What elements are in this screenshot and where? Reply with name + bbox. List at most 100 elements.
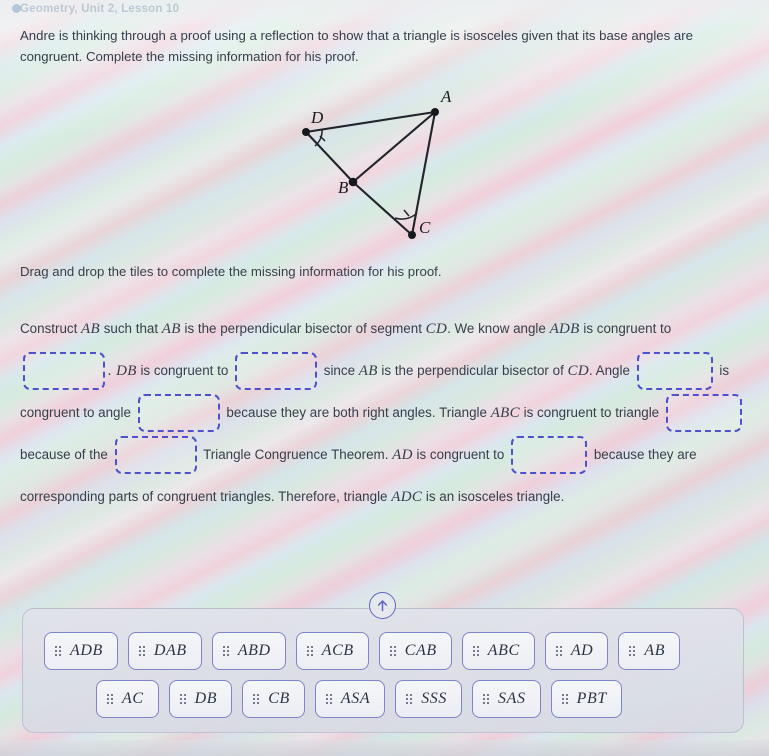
tile-ad[interactable]: AD	[544, 632, 609, 670]
tile-ac[interactable]: AC	[96, 680, 159, 718]
vertex-A	[431, 108, 439, 116]
math-ab-3: AB	[358, 363, 378, 379]
tile-asa[interactable]: ASA	[314, 680, 386, 718]
vertex-C	[408, 231, 416, 239]
proof-text: is congruent to	[583, 321, 672, 336]
tile-label: DB	[194, 690, 218, 707]
tile-label: SAS	[498, 690, 526, 707]
prompt-line-2: Complete the missing information for his…	[86, 49, 359, 64]
tile-row-1: ADB DAB ABD ACB CAB ABC AD AB	[44, 632, 690, 670]
proof-text: is congruent to triangle	[523, 405, 660, 420]
tile-adb[interactable]: ADB	[44, 632, 118, 670]
proof-text: is congruent to	[140, 363, 229, 378]
drag-handle-icon[interactable]	[555, 646, 562, 656]
vertex-B	[348, 177, 358, 187]
drag-handle-icon[interactable]	[406, 694, 413, 704]
proof-text: . Angle	[588, 363, 630, 378]
tile-label: AD	[570, 642, 594, 659]
tile-abd[interactable]: ABD	[211, 632, 286, 670]
math-cd-2: CD	[567, 363, 589, 379]
figure-labels: A D B C	[310, 87, 452, 237]
angle-marks	[314, 128, 418, 220]
label-D: D	[310, 108, 324, 127]
segment-BC	[351, 180, 414, 237]
tile-ab[interactable]: AB	[618, 632, 681, 670]
tile-sss[interactable]: SSS	[395, 680, 463, 718]
tile-label: ASA	[340, 690, 371, 707]
proof-text: because they are both right angles. Tria…	[226, 405, 487, 420]
breadcrumb: Geometry, Unit 2, Lesson 10	[20, 3, 180, 15]
instruction-text: Drag and drop the tiles to complete the …	[20, 264, 442, 279]
math-cd-1: CD	[425, 321, 448, 337]
angle-tick-C	[403, 209, 410, 217]
drag-handle-icon[interactable]	[483, 694, 490, 704]
tile-cb[interactable]: CB	[242, 680, 305, 718]
tile-dab[interactable]: DAB	[127, 632, 202, 670]
proof-text: is the perpendicular bisector of segment	[184, 321, 422, 336]
tile-label: SSS	[421, 690, 448, 707]
segment-CA	[410, 110, 437, 237]
drag-handle-icon[interactable]	[389, 646, 396, 656]
math-db: . DB	[108, 363, 137, 379]
proof-text: is an isosceles triangle.	[425, 489, 565, 504]
drag-handle-icon[interactable]	[138, 646, 145, 656]
tile-label: DAB	[153, 642, 187, 659]
geometry-figure: A D B C	[0, 80, 769, 260]
tile-acb[interactable]: ACB	[295, 632, 369, 670]
math-ab-2: AB	[161, 321, 181, 337]
angle-arc-C	[394, 212, 418, 220]
proof-text: . We know angle	[447, 321, 546, 336]
tile-label: CB	[268, 690, 290, 707]
proof-text: since	[323, 363, 356, 378]
tile-label: ABD	[237, 642, 271, 659]
tile-abc[interactable]: ABC	[461, 632, 535, 670]
drag-handle-icon[interactable]	[561, 694, 568, 704]
tile-label: ADB	[70, 642, 103, 659]
math-ad: AD	[392, 447, 413, 463]
dropzone-blank-1[interactable]	[23, 352, 105, 391]
drag-handle-icon[interactable]	[222, 646, 229, 656]
drag-handle-icon[interactable]	[629, 646, 636, 656]
math-adb: ADB	[549, 321, 580, 337]
dropzone-blank-6[interactable]	[114, 436, 197, 475]
dropzone-blank-2[interactable]	[235, 352, 318, 391]
drag-handle-icon[interactable]	[253, 694, 260, 704]
drag-handle-icon[interactable]	[472, 646, 479, 656]
figure-segments	[304, 110, 437, 237]
tile-pbt[interactable]: PBT	[550, 680, 622, 718]
proof-text: such that	[103, 321, 159, 336]
arrow-up-icon	[377, 600, 388, 612]
tile-label: ACB	[321, 642, 354, 659]
segment-DB	[304, 130, 355, 184]
drag-handle-icon[interactable]	[55, 646, 61, 656]
label-A: A	[440, 87, 452, 106]
tile-label: ABC	[487, 642, 520, 659]
label-B: B	[338, 178, 349, 197]
dropzone-blank-5[interactable]	[665, 394, 742, 433]
page-bottom-edge	[0, 740, 769, 756]
tile-label: AC	[122, 690, 144, 707]
proof-text: is congruent to	[416, 447, 505, 462]
dropzone-blank-4[interactable]	[137, 394, 220, 433]
tile-sas[interactable]: SAS	[472, 680, 541, 718]
vertex-D	[302, 128, 310, 136]
drag-handle-icon[interactable]	[179, 694, 186, 704]
prompt-text: Andre is thinking through a proof using …	[20, 25, 735, 67]
proof-text: because of the	[20, 447, 108, 462]
drag-handle-icon[interactable]	[306, 646, 313, 656]
collapse-tray-button[interactable]	[369, 592, 396, 619]
dropzone-blank-7[interactable]	[511, 436, 588, 475]
proof-text: is the perpendicular bisector of	[381, 363, 564, 378]
tile-label: CAB	[404, 642, 437, 659]
tile-db[interactable]: DB	[168, 680, 233, 718]
top-strip: Geometry, Unit 2, Lesson 10	[0, 0, 769, 22]
math-abc: ABC	[490, 405, 520, 421]
math-ab-1: AB	[81, 321, 100, 337]
tile-label: AB	[644, 642, 666, 659]
drag-handle-icon[interactable]	[107, 694, 113, 704]
tile-cab[interactable]: CAB	[378, 632, 452, 670]
geometry-figure-svg: A D B C	[302, 87, 452, 239]
label-C: C	[419, 218, 431, 237]
drag-handle-icon[interactable]	[325, 694, 332, 704]
dropzone-blank-3[interactable]	[636, 352, 713, 391]
